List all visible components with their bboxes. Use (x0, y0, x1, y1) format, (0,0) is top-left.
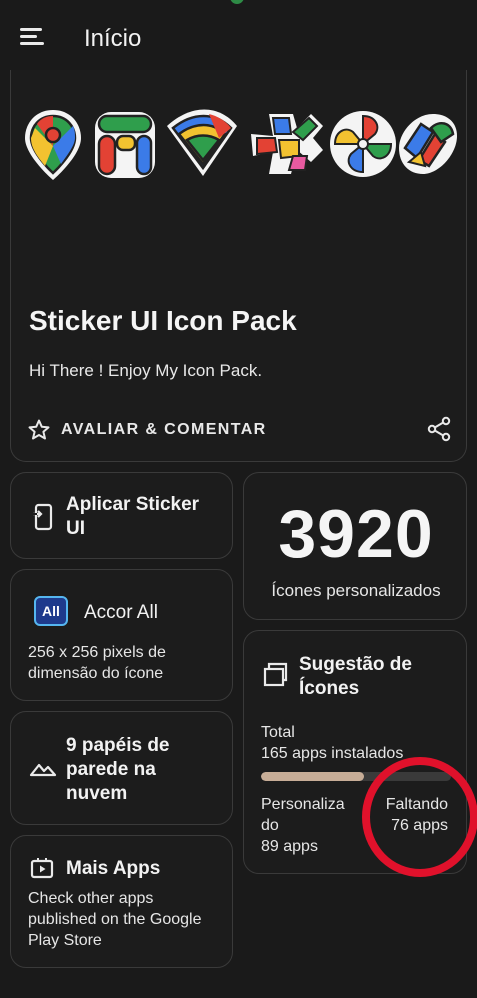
play-store-icon (30, 858, 54, 879)
puzzle-plus-icon (251, 114, 323, 174)
suggestion-total-label: Total (261, 724, 295, 741)
request-icon (263, 662, 288, 687)
apply-label: Aplicar Sticker UI (66, 494, 200, 539)
app-title: Sticker UI Icon Pack (29, 305, 297, 336)
rate-review-label: AVALIAR & COMENTAR (61, 421, 267, 438)
more-apps-card[interactable]: Mais Apps Check other apps published on … (10, 835, 233, 968)
top-app-bar: Início (0, 0, 477, 78)
wifi-shield-icon (167, 109, 237, 176)
launcher-desc: 256 x 256 pixels de dimensão do ícone (28, 644, 166, 682)
icon-count-card: 3920 Ícones personalizados (243, 472, 467, 620)
star-outline-icon (28, 419, 50, 440)
wallpapers-label: 9 papéis de parede na nuvem (66, 735, 170, 804)
wallpapers-card[interactable]: 9 papéis de parede na nuvem (10, 711, 233, 825)
launcher-card[interactable]: All Accor All 256 x 256 pixels de dimens… (10, 569, 233, 701)
launcher-badge-text: All (42, 603, 60, 619)
page-title: Início (84, 25, 142, 52)
launcher-label: Accor All (84, 602, 158, 623)
more-apps-desc: Check other apps published on the Google… (28, 890, 202, 949)
sticker-app-icon (399, 114, 457, 174)
maps-pin-icon (25, 110, 81, 180)
icon-count-caption: Ícones personalizados (271, 581, 441, 600)
icon-count-value: 3920 (278, 496, 434, 572)
more-apps-label: Mais Apps (66, 858, 161, 879)
hero-card: Sticker UI Icon Pack Hi There ! Enjoy My… (10, 70, 467, 462)
highlight-circle-annotation (362, 757, 477, 877)
launcher-badge-icon: All (34, 596, 68, 626)
icon-preview-row (25, 109, 457, 180)
mountain-icon (29, 763, 57, 777)
rate-review-button[interactable]: AVALIAR & COMENTAR (27, 418, 267, 442)
share-icon[interactable] (426, 416, 452, 442)
apply-phone-icon (32, 503, 53, 531)
app-subtitle: Hi There ! Enjoy My Icon Pack. (29, 361, 263, 380)
suggestion-customized-count: 89 apps (261, 838, 318, 855)
suggestion-title: Sugestão de Ícones (299, 654, 412, 699)
suggestion-customized-label: Personaliza do (261, 796, 345, 834)
pinwheel-icon (330, 111, 396, 177)
suggestion-progress-fill (261, 772, 364, 781)
hamburger-menu-icon[interactable] (20, 28, 44, 48)
apply-icons-card[interactable]: Aplicar Sticker UI (10, 472, 233, 559)
fi-letters-icon (95, 112, 155, 178)
